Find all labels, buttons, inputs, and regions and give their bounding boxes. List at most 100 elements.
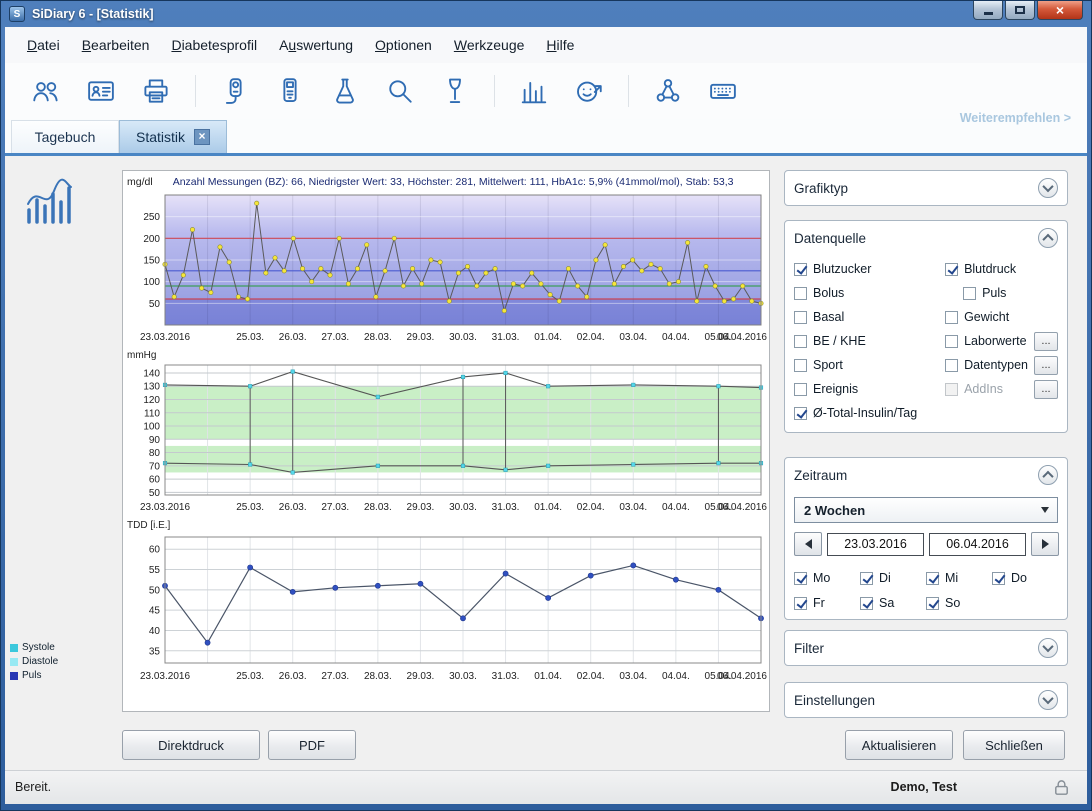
prev-period-button[interactable]	[794, 532, 822, 556]
checkbox-blutzucker[interactable]: Blutzucker	[794, 257, 945, 281]
collapse-datenquelle-button[interactable]	[1038, 228, 1058, 248]
checkbox-bolus[interactable]: Bolus	[794, 281, 945, 305]
checkbox-blutdruck[interactable]: Blutdruck	[945, 257, 1058, 281]
checkbox-day-mi[interactable]: Mi	[926, 569, 992, 587]
checkbox-day-do[interactable]: Do	[992, 569, 1058, 587]
chart1-stats-title: Anzahl Messungen (BZ): 66, Niedrigster W…	[173, 176, 734, 188]
statistics-large-icon	[23, 178, 77, 226]
expand-grafiktyp-button[interactable]	[1038, 178, 1058, 198]
tab-close-button[interactable]: ×	[194, 129, 210, 145]
menu-item-datei[interactable]: Datei	[17, 31, 70, 59]
toolbar-separator	[494, 75, 495, 107]
share-button[interactable]	[651, 74, 685, 108]
svg-text:23.03.2016: 23.03.2016	[140, 332, 190, 343]
checkbox	[794, 383, 807, 396]
checkbox-day-di[interactable]: Di	[860, 569, 926, 587]
statistics-button[interactable]	[517, 74, 551, 108]
wellbeing-button[interactable]	[572, 74, 606, 108]
tab-tagebuch[interactable]: Tagebuch	[11, 120, 119, 153]
svg-text:60: 60	[149, 545, 161, 556]
svg-text:100: 100	[143, 277, 160, 288]
checkbox-puls[interactable]: Puls	[945, 281, 1058, 305]
checkbox-gewicht[interactable]: Gewicht	[945, 305, 1058, 329]
checkbox-day-fr[interactable]: Fr	[794, 594, 860, 612]
checkbox	[794, 335, 807, 348]
period-select[interactable]: 2 Wochen	[794, 497, 1058, 523]
svg-text:04.04.: 04.04.	[662, 502, 690, 513]
checkbox-addins[interactable]: AddIns...	[945, 377, 1058, 401]
legend-swatch	[10, 672, 18, 680]
users-button[interactable]	[29, 74, 63, 108]
expand-einstellungen-button[interactable]	[1038, 690, 1058, 710]
minimize-button[interactable]	[973, 1, 1003, 20]
svg-text:200: 200	[143, 234, 160, 245]
checkbox-day-sa[interactable]: Sa	[860, 594, 926, 612]
legend-label: Diastole	[22, 656, 58, 667]
menu-item-hilfe[interactable]: Hilfe	[536, 31, 584, 59]
checkbox-basal[interactable]: Basal	[794, 305, 945, 329]
checkbox-be-khe[interactable]: BE / KHE	[794, 329, 945, 353]
close-icon: ×	[1056, 3, 1064, 17]
toolbar	[5, 63, 1087, 119]
checkbox-day-mo[interactable]: Mo	[794, 569, 860, 587]
menu-item-bearbeiten[interactable]: Bearbeiten	[72, 31, 160, 59]
menu-item-optionen[interactable]: Optionen	[365, 31, 442, 59]
legend-label: Puls	[22, 670, 41, 681]
checkbox-label: Mi	[945, 571, 958, 585]
glucometer-button[interactable]	[273, 74, 307, 108]
search-button[interactable]	[383, 74, 417, 108]
panel-datenquelle: Datenquelle Blutzucker BolusBasalBE / KHE…	[784, 220, 1068, 433]
charts-block: mg/dl Anzahl Messungen (BZ): 66, Niedrig…	[122, 170, 770, 712]
expand-filter-button[interactable]	[1038, 638, 1058, 658]
checkbox-label: Gewicht	[964, 310, 1009, 324]
users-icon	[31, 76, 61, 106]
direktdruck-button[interactable]: Direktdruck	[122, 730, 260, 760]
laborwerte-more-button[interactable]: ...	[1034, 332, 1058, 351]
lock-icon	[1052, 778, 1071, 797]
menu-item-auswertung[interactable]: Auswertung	[269, 31, 363, 59]
panel-title-datenquelle: Datenquelle	[794, 231, 866, 246]
settings-column: Grafiktyp Datenquelle BlutzuckerBolusBas…	[784, 170, 1068, 718]
tab-statistik[interactable]: Statistik×	[119, 120, 227, 153]
meter-button[interactable]	[218, 74, 252, 108]
collapse-zeitraum-button[interactable]	[1038, 465, 1058, 485]
checkbox	[794, 359, 807, 372]
menu-item-werkzeuge[interactable]: Werkzeuge	[444, 31, 535, 59]
pdf-button[interactable]: PDF	[268, 730, 356, 760]
checkbox	[794, 597, 807, 610]
status-bar: Bereit. Demo, Test	[5, 770, 1087, 804]
menu-item-diabetesprofil[interactable]: Diabetesprofil	[161, 31, 267, 59]
recommend-link[interactable]: Weiterempfehlen >	[960, 111, 1071, 125]
contact-card-button[interactable]	[84, 74, 118, 108]
keyboard-button[interactable]	[706, 74, 740, 108]
print-button[interactable]	[139, 74, 173, 108]
date-from-input[interactable]	[827, 533, 924, 556]
checkbox-label: Blutdruck	[964, 262, 1016, 276]
meter-icon	[220, 76, 250, 106]
legend-item-systole: Systole	[10, 642, 58, 653]
checkbox-datentypen[interactable]: Datentypen...	[945, 353, 1058, 377]
checkbox-sport[interactable]: Sport	[794, 353, 945, 377]
checkbox-laborwerte[interactable]: Laborwerte...	[945, 329, 1058, 353]
checkbox-day-so[interactable]: So	[926, 594, 992, 612]
maximize-button[interactable]	[1005, 1, 1035, 20]
checkbox-label: Blutzucker	[813, 262, 871, 276]
schliessen-button[interactable]: Schließen	[963, 730, 1065, 760]
aktualisieren-button[interactable]: Aktualisieren	[845, 730, 953, 760]
datentypen-more-button[interactable]: ...	[1034, 356, 1058, 375]
date-to-input[interactable]	[929, 533, 1026, 556]
next-period-button[interactable]	[1031, 532, 1059, 556]
contact-card-icon	[86, 76, 116, 106]
svg-text:30.03.: 30.03.	[449, 502, 477, 513]
panel-zeitraum: Zeitraum 2 Wochen MoDiMiDoFrSaSo	[784, 457, 1068, 620]
svg-text:06.04.2016: 06.04.2016	[717, 332, 767, 343]
svg-text:45: 45	[149, 606, 161, 617]
checkbox-ereignis[interactable]: Ereignis	[794, 377, 945, 401]
addins-more-button[interactable]: ...	[1034, 380, 1058, 399]
glass-button[interactable]	[438, 74, 472, 108]
svg-text:02.04.: 02.04.	[577, 502, 605, 513]
close-window-button[interactable]: ×	[1037, 1, 1083, 20]
lab-flask-button[interactable]	[328, 74, 362, 108]
svg-text:23.03.2016: 23.03.2016	[140, 502, 190, 513]
checkbox-o-total-insulin-tag[interactable]: Ø-Total-Insulin/Tag	[794, 401, 945, 425]
